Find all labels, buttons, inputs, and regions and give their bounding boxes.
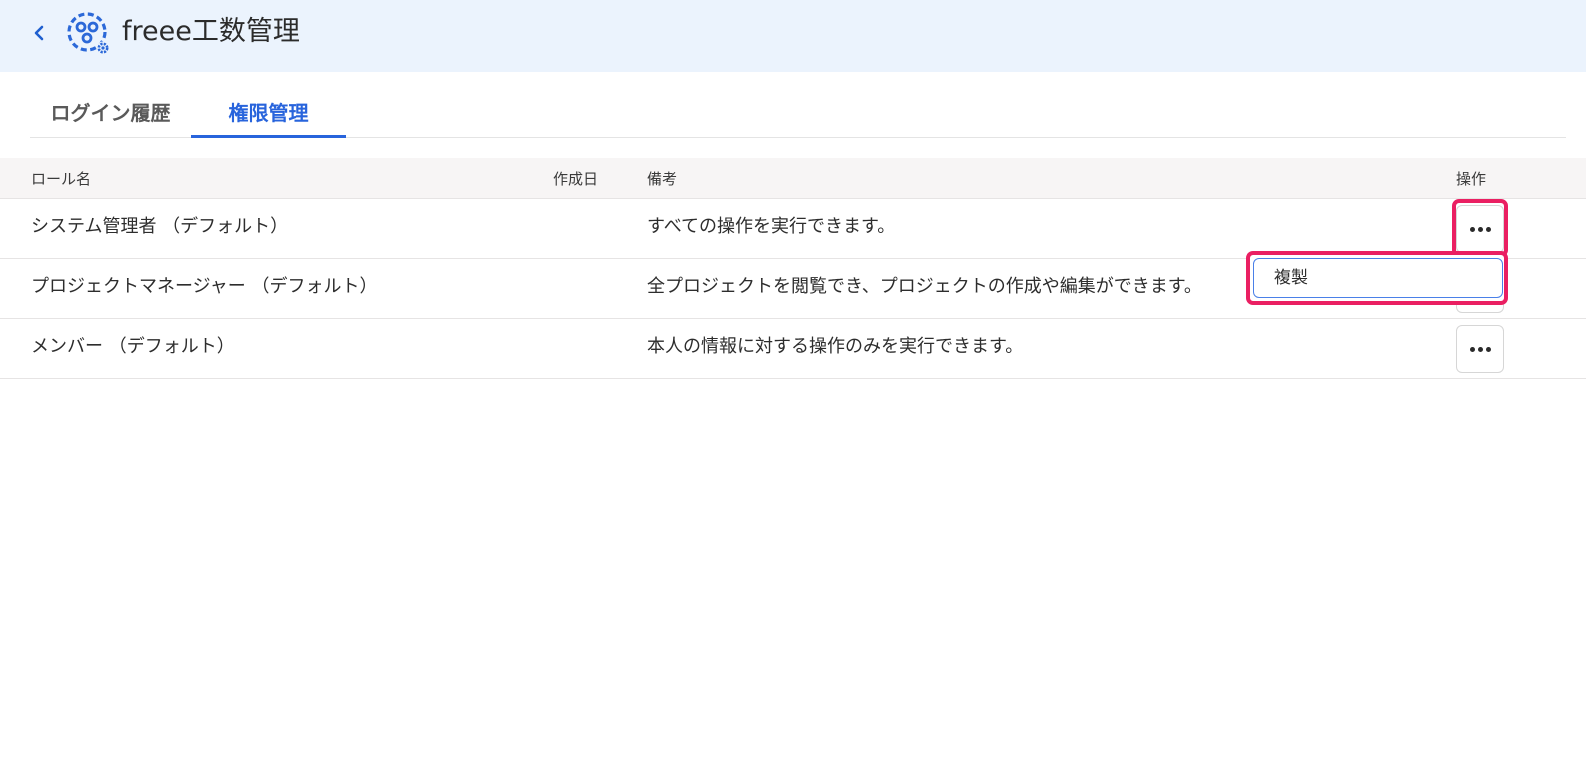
row-actions-button[interactable] xyxy=(1456,205,1504,253)
column-header-note: 備考 xyxy=(647,170,678,188)
menu-item-duplicate[interactable]: 複製 xyxy=(1253,258,1503,298)
role-name: メンバー （デフォルト） xyxy=(31,336,235,357)
table-row: システム管理者 （デフォルト） すべての操作を実行できます。 xyxy=(0,199,1586,259)
role-note: すべての操作を実行できます。 xyxy=(647,216,896,237)
app-title: freee工数管理 xyxy=(122,16,300,47)
column-header-role: ロール名 xyxy=(31,170,92,188)
more-horizontal-icon xyxy=(1469,226,1491,232)
role-note: 本人の情報に対する操作のみを実行できます。 xyxy=(647,336,1024,357)
chevron-left-icon xyxy=(34,25,44,41)
tab-permission-management[interactable]: 権限管理 xyxy=(191,96,346,138)
more-horizontal-icon xyxy=(1469,346,1491,352)
row-actions-menu: 複製 xyxy=(1246,251,1508,305)
table-header: ロール名 作成日 備考 操作 xyxy=(0,158,1586,199)
column-header-ops: 操作 xyxy=(1456,170,1487,188)
tab-bar: ログイン履歴 権限管理 xyxy=(30,96,1566,138)
back-button[interactable] xyxy=(26,20,52,46)
freee-gear-logo-icon xyxy=(67,12,110,55)
role-note: 全プロジェクトを閲覧でき、プロジェクトの作成や編集ができます。 xyxy=(647,276,1202,297)
app-header: freee工数管理 xyxy=(0,0,1586,72)
row-actions-button[interactable] xyxy=(1456,325,1504,373)
column-header-created: 作成日 xyxy=(553,170,599,188)
tab-login-history[interactable]: ログイン履歴 xyxy=(30,96,191,138)
role-name: システム管理者 （デフォルト） xyxy=(31,216,289,237)
table-row: メンバー （デフォルト） 本人の情報に対する操作のみを実行できます。 xyxy=(0,319,1586,379)
role-name: プロジェクトマネージャー （デフォルト） xyxy=(31,276,378,297)
